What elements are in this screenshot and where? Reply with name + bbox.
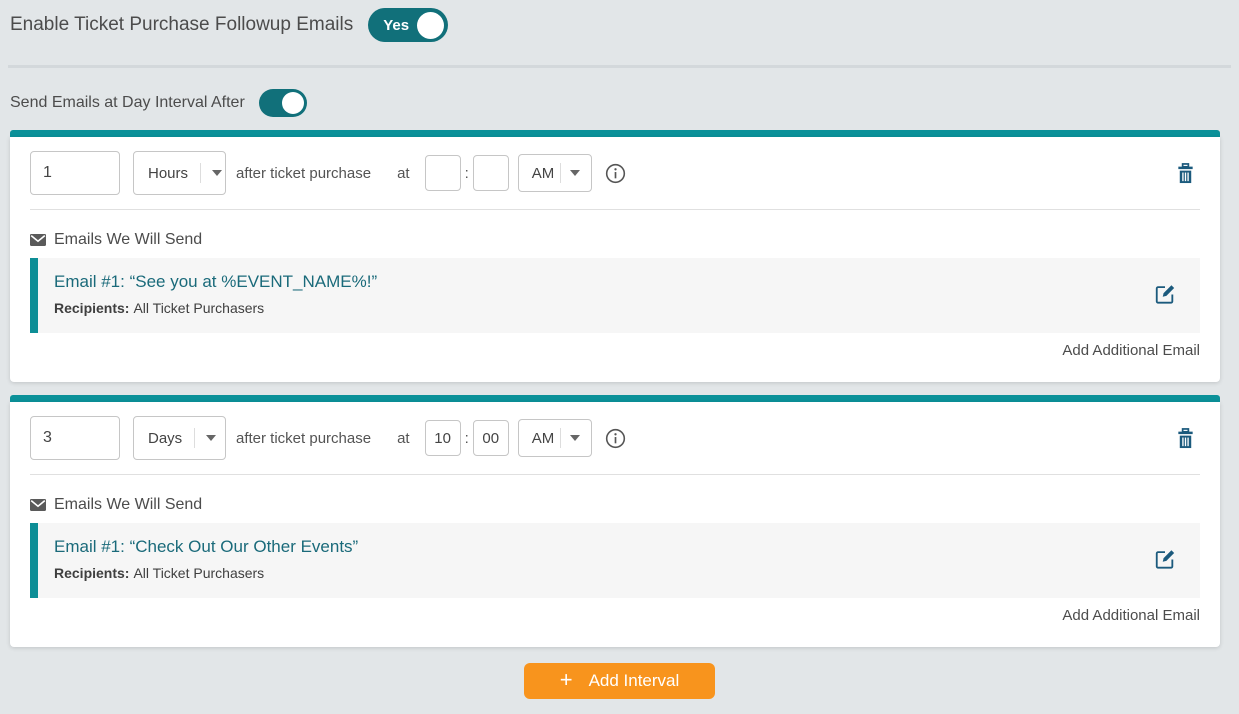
- add-interval-button[interactable]: + Add Interval: [524, 663, 715, 699]
- day-interval-toggle[interactable]: [258, 89, 307, 117]
- time-colon: :: [464, 429, 469, 447]
- ampm-select-value: AM: [531, 429, 555, 447]
- hour-input[interactable]: [424, 155, 461, 191]
- footer: + Add Interval: [0, 663, 1239, 699]
- delete-interval-button[interactable]: [1171, 162, 1200, 185]
- delete-interval-button[interactable]: [1171, 427, 1200, 450]
- card-accent-bar: [10, 130, 1220, 137]
- add-additional-email-link[interactable]: Add Additional Email: [1062, 342, 1200, 359]
- select-divider: [560, 428, 562, 448]
- recipients-value: All Ticket Purchasers: [133, 565, 265, 581]
- toggle-knob: [281, 92, 304, 114]
- interval-card-1: Hours after ticket purchase at : AM: [10, 130, 1220, 382]
- interval-value-input[interactable]: [30, 416, 120, 460]
- unit-select-value: Days: [148, 429, 183, 447]
- info-icon[interactable]: [605, 428, 626, 449]
- chevron-down-icon: [206, 435, 217, 441]
- envelope-icon: [30, 499, 46, 511]
- time-colon: :: [464, 164, 469, 182]
- toggle-knob: [417, 11, 445, 39]
- edit-icon: [1155, 550, 1175, 569]
- email-item: Email #1: “See you at %EVENT_NAME%!” Rec…: [30, 258, 1200, 333]
- ampm-select-value: AM: [531, 164, 555, 182]
- after-purchase-label: after ticket purchase: [236, 429, 372, 447]
- trash-icon: [1178, 162, 1193, 183]
- emails-we-will-send-header: Emails We Will Send: [30, 496, 1200, 514]
- envelope-icon: [30, 234, 46, 246]
- interval-unit-select[interactable]: Hours: [133, 151, 226, 195]
- email-recipients: Recipients: All Ticket Purchasers: [54, 300, 377, 316]
- add-additional-email-link[interactable]: Add Additional Email: [1062, 607, 1200, 624]
- emails-header-label: Emails We Will Send: [54, 231, 203, 248]
- after-purchase-label: after ticket purchase: [236, 164, 372, 182]
- chevron-down-icon: [570, 170, 581, 176]
- toggle-on-label: Yes: [383, 16, 410, 34]
- hour-input[interactable]: [424, 420, 461, 456]
- ampm-select[interactable]: AM: [517, 419, 593, 457]
- minute-input[interactable]: [472, 420, 509, 456]
- trash-icon: [1178, 427, 1193, 448]
- email-recipients: Recipients: All Ticket Purchasers: [54, 565, 358, 581]
- section-divider: [8, 65, 1231, 68]
- interval-settings-row: Hours after ticket purchase at : AM: [30, 151, 1200, 195]
- day-interval-row: Send Emails at Day Interval After: [10, 89, 1229, 117]
- info-icon[interactable]: [605, 163, 626, 184]
- select-divider: [194, 428, 196, 448]
- chevron-down-icon: [570, 435, 581, 441]
- email-title: Email #1: “See you at %EVENT_NAME%!”: [54, 272, 378, 291]
- ampm-select[interactable]: AM: [517, 154, 593, 192]
- recipients-label: Recipients:: [54, 565, 130, 581]
- chevron-down-icon: [212, 170, 223, 176]
- select-divider: [200, 163, 202, 183]
- interval-card-2: Days after ticket purchase at : AM: [10, 395, 1220, 647]
- interval-value-input[interactable]: [30, 151, 120, 195]
- edit-email-button[interactable]: [1152, 281, 1178, 307]
- email-item: Email #1: “Check Out Our Other Events” R…: [30, 523, 1200, 598]
- select-divider: [560, 163, 562, 183]
- followup-emails-header: Enable Ticket Purchase Followup Emails Y…: [0, 0, 1239, 65]
- recipients-label: Recipients:: [54, 300, 130, 316]
- emails-header-label: Emails We Will Send: [54, 496, 203, 513]
- card-divider: [30, 209, 1200, 210]
- page-title: Enable Ticket Purchase Followup Emails: [10, 14, 354, 35]
- card-accent-bar: [10, 395, 1220, 402]
- add-interval-label: Add Interval: [588, 671, 680, 690]
- card-divider: [30, 474, 1200, 475]
- followup-emails-toggle[interactable]: Yes: [368, 8, 449, 42]
- edit-email-button[interactable]: [1152, 546, 1178, 572]
- minute-input[interactable]: [472, 155, 509, 191]
- edit-icon: [1155, 285, 1175, 304]
- interval-unit-select[interactable]: Days: [133, 416, 226, 460]
- plus-icon: +: [559, 667, 573, 692]
- unit-select-value: Hours: [148, 164, 189, 182]
- at-label: at: [397, 164, 410, 182]
- day-interval-label: Send Emails at Day Interval After: [10, 94, 245, 111]
- email-title: Email #1: “Check Out Our Other Events”: [54, 537, 359, 556]
- recipients-value: All Ticket Purchasers: [133, 300, 265, 316]
- at-label: at: [397, 429, 410, 447]
- interval-settings-row: Days after ticket purchase at : AM: [30, 416, 1200, 460]
- emails-we-will-send-header: Emails We Will Send: [30, 231, 1200, 249]
